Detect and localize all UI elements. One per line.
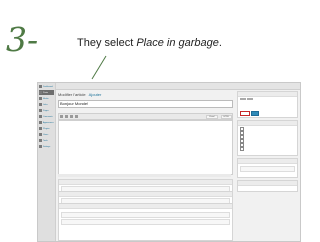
sidebar-item[interactable]: Media [39,96,54,101]
comments-icon [39,115,42,118]
sidebar-item-label: Plugins [43,127,50,130]
save-draft-button[interactable] [240,98,246,100]
publish-box [237,91,298,118]
sidebar-item[interactable]: Pages [39,108,54,113]
add-media-icon[interactable] [60,115,63,118]
sidebar-item-label: Links [43,103,48,106]
trackbacks-header[interactable] [59,192,232,197]
tags-box [237,158,298,178]
custom-field-row[interactable] [61,212,230,218]
posts-icon [39,91,42,94]
pages-icon [39,109,42,112]
excerpt-header[interactable] [59,180,232,185]
custom-fields-columns [59,209,232,211]
link-icon[interactable] [75,115,78,118]
custom-field-row[interactable] [61,219,230,225]
preview-button[interactable] [246,98,253,100]
instruction-text: They select Place in garbage. [77,37,222,49]
sidebar-item-label: Settings [43,145,51,148]
editor-body[interactable] [58,120,233,175]
sidebar-item-label: Appearance [43,121,54,124]
categories-body [238,126,297,155]
settings-icon [39,145,42,148]
add-category-link[interactable] [240,151,295,154]
sidebar-item-label: Comments [43,115,53,118]
links-icon [39,103,42,106]
sidebar-item-label: Media [43,97,49,100]
tags-body [238,164,297,177]
page-title-text: Modifier l'article [58,92,86,97]
tags-input[interactable] [240,166,295,172]
sidebar-item-label: Tools [43,139,48,142]
admin-main: Modifier l'article Ajouter Bonjour Monde!… [56,83,300,241]
sidebar-item-label: Dashboard [43,85,53,88]
users-icon [39,133,42,136]
update-button[interactable] [251,111,259,116]
pointer-line [91,55,107,80]
appearance-icon [39,121,42,124]
italic-icon[interactable] [70,115,73,118]
featured-image-box [237,180,298,192]
instruction-prefix: They select [77,37,137,49]
set-featured-image-link[interactable] [240,187,241,189]
publish-body [238,97,297,117]
move-to-trash-link[interactable] [240,111,251,116]
add-new-link[interactable]: Ajouter [89,92,102,97]
sidebar-item-label: Users [43,133,49,136]
sidebar-item[interactable]: Appearance [39,120,54,125]
post-title-input[interactable]: Bonjour Monde! [58,100,233,108]
instruction-suffix: . [218,37,222,49]
featured-image-body [238,186,297,191]
bold-icon[interactable] [65,115,68,118]
word-count [58,174,231,177]
admin-bar [56,83,300,90]
categories-box [237,120,298,156]
admin-sidebar: Dashboard Posts Media Links Pages Comments App… [38,83,56,241]
screenshot-panel: Dashboard Posts Media Links Pages Comments App… [37,82,301,242]
sidebar-column [237,91,298,194]
dashboard-icon [39,85,42,88]
sidebar-item[interactable]: Settings [39,144,54,149]
sidebar-item[interactable]: Users [39,132,54,137]
plugins-icon [39,127,42,130]
sidebar-item[interactable]: Comments [39,114,54,119]
tab-visual[interactable]: Visuel [206,114,218,119]
media-icon [39,97,42,100]
sidebar-item[interactable]: Posts [39,90,54,95]
tools-icon [39,139,42,142]
sidebar-item-label: Posts [43,91,49,94]
custom-fields-box [58,203,233,241]
tab-html[interactable]: HTML [220,114,232,119]
editor-toolbar: Visuel HTML [58,113,233,120]
sidebar-item[interactable]: Plugins [39,126,54,131]
category-checkbox[interactable] [240,147,244,151]
sidebar-item[interactable]: Dashboard [39,84,54,89]
instruction-emphasis: Place in garbage [136,37,219,49]
sidebar-item[interactable]: Tools [39,138,54,143]
step-number: 3- [6,20,39,59]
sidebar-item[interactable]: Links [39,102,54,107]
tags-help [240,173,295,176]
sidebar-item-label: Pages [43,109,49,112]
